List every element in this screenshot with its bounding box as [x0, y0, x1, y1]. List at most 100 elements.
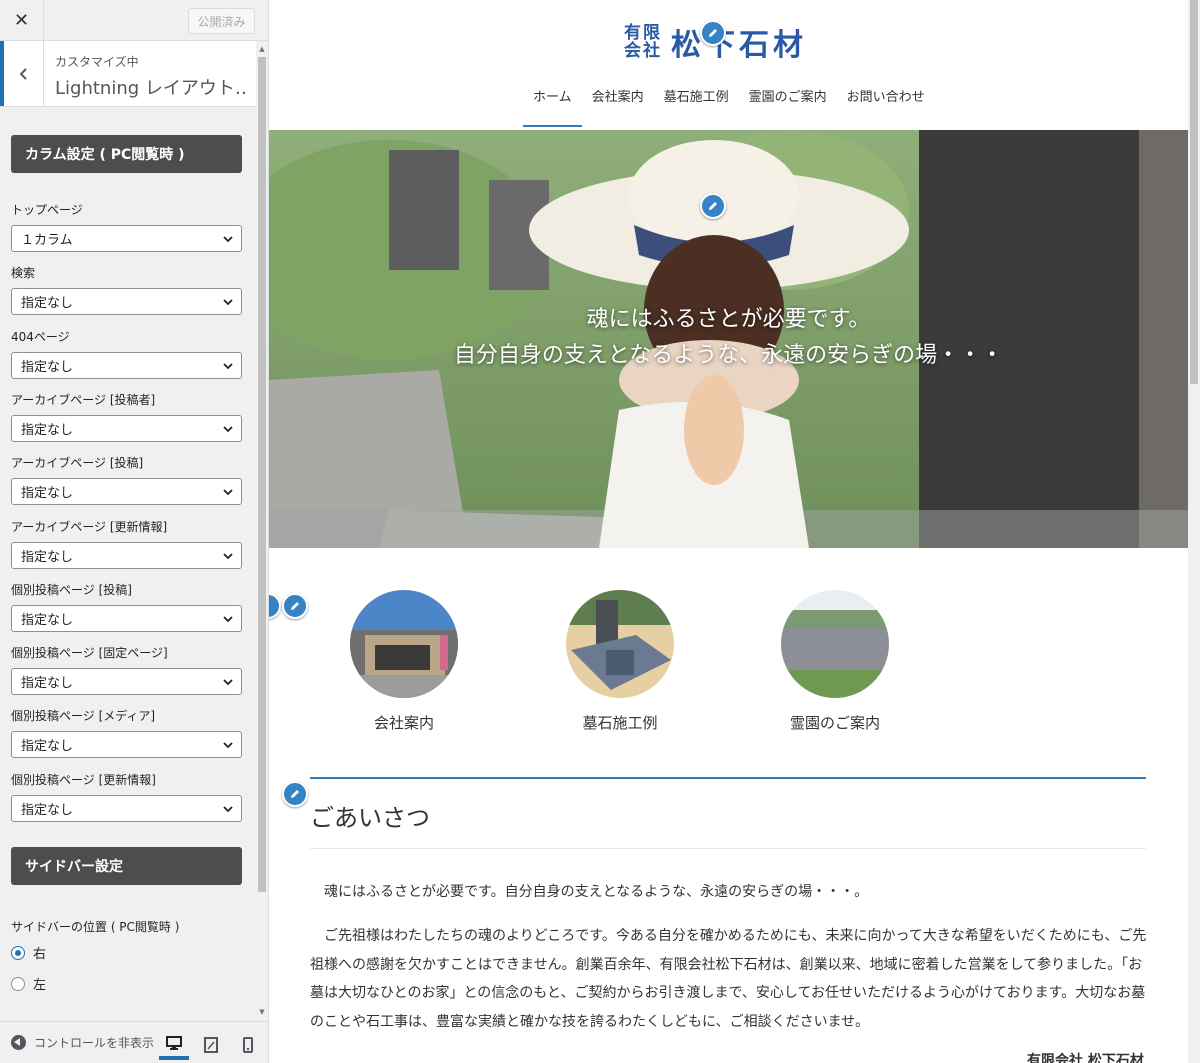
section-title-panel: カスタマイズ中 Lightning レイアウト…: [0, 41, 256, 107]
pr-block-cemetery[interactable]: 霊園のご案内: [765, 590, 905, 733]
publish-button[interactable]: 公開済み: [188, 8, 255, 34]
column-select[interactable]: 指定なし: [11, 415, 242, 442]
column-select[interactable]: 指定なし: [11, 352, 242, 379]
chevron-down-icon: [223, 679, 233, 686]
radio-right[interactable]: [11, 945, 25, 960]
greeting-paragraph-1: 魂にはふるさとが必要です。自分自身の支えとなるような、永遠の安らぎの場・・・。: [310, 884, 869, 900]
scroll-up-icon[interactable]: ▲: [258, 45, 266, 53]
greeting-paragraph-2: ご先祖様はわたしたちの魂のよりどころです。今ある自分を確かめるためにも、未来に向…: [310, 928, 1147, 1030]
select-value: 指定なし: [21, 676, 74, 691]
column-select[interactable]: 指定なし: [11, 288, 242, 315]
nav-item-cemetery[interactable]: 霊園のご案内: [739, 82, 837, 127]
greeting-title: ごあいさつ: [310, 804, 430, 832]
section-title: Lightning レイアウト…: [55, 78, 245, 99]
column-select[interactable]: 指定なし: [11, 668, 242, 695]
sidebar-scrollbar[interactable]: ▲ ▼: [256, 41, 268, 1020]
pr-label-company: 会社案内: [373, 714, 434, 732]
close-customizer-button[interactable]: ✕: [0, 0, 44, 41]
pr-block-works[interactable]: 墓石施工例: [550, 590, 690, 733]
nav-item-home[interactable]: ホーム: [523, 82, 582, 127]
greeting-divider: [310, 848, 1146, 849]
desktop-icon: [166, 1036, 182, 1050]
chevron-down-icon: [223, 742, 233, 749]
sidebar-position-left[interactable]: 左: [11, 974, 46, 993]
column-select[interactable]: 指定なし: [11, 795, 242, 822]
greeting-signature: 有限会社 松下石材: [1027, 1053, 1144, 1063]
tablet-preview-button[interactable]: [196, 1030, 226, 1060]
edit-slider-shortcut[interactable]: [700, 193, 726, 219]
pr-image-company[interactable]: [350, 590, 458, 698]
pencil-icon: [291, 790, 299, 798]
section-subtitle: カスタマイズ中: [55, 55, 139, 69]
column-select[interactable]: 指定なし: [11, 605, 242, 632]
radio-left[interactable]: [11, 976, 25, 991]
edit-logo-shortcut[interactable]: [700, 20, 726, 46]
customizer-footer: コントロールを非表示: [0, 1021, 268, 1063]
hide-controls-button[interactable]: コントロールを非表示: [11, 1034, 156, 1051]
logo-company-name: 松下石材: [671, 28, 807, 63]
mobile-icon: [243, 1037, 253, 1053]
select-value: 指定なし: [21, 803, 74, 818]
chevron-down-icon: [223, 489, 233, 496]
company-building-image: [350, 590, 458, 698]
select-value: 指定なし: [21, 423, 74, 438]
control-label: 個別投稿ページ [投稿]: [11, 583, 132, 597]
pencil-icon: [709, 29, 717, 37]
pr-image-works[interactable]: [566, 590, 674, 698]
logo-small-bottom: 会社: [624, 41, 662, 61]
pr-label-cemetery: 霊園のご案内: [789, 714, 880, 732]
column-select[interactable]: 指定なし: [11, 542, 242, 569]
control-label: アーカイブページ [投稿者]: [11, 393, 156, 407]
column-select[interactable]: 指定なし: [11, 731, 242, 758]
control-label: 検索: [11, 266, 36, 280]
select-value: 指定なし: [21, 739, 74, 754]
hero-caption-line1: 魂にはふるさとが必要です。: [586, 307, 871, 332]
pencil-icon: [709, 202, 717, 210]
sidebar-position-right[interactable]: 右: [11, 943, 46, 962]
mobile-preview-button[interactable]: [233, 1030, 263, 1060]
sidebar-scroll-thumb[interactable]: [258, 57, 266, 892]
edit-pr-shortcut[interactable]: [282, 593, 308, 619]
site-preview: 有限 会社 松下石材 ホーム 会社案内 墓石施工例 霊園のご案内 お問い合わせ: [269, 0, 1188, 1063]
nav-item-company[interactable]: 会社案内: [582, 82, 654, 127]
greeting-top-border: [310, 777, 1146, 779]
hero-slider: 魂にはふるさとが必要です。 自分自身の支えとなるような、永遠の安らぎの場・・・: [269, 130, 1188, 548]
nav-item-contact[interactable]: お問い合わせ: [837, 82, 935, 127]
customizer-header: ✕ 公開済み: [0, 0, 268, 41]
chevron-left-icon: [19, 67, 27, 80]
back-button[interactable]: [0, 41, 44, 106]
edit-widget-shortcut-partial[interactable]: [269, 593, 281, 619]
desktop-preview-button[interactable]: [159, 1030, 189, 1060]
edit-greeting-shortcut[interactable]: [282, 781, 308, 807]
select-value: １カラム: [21, 233, 73, 248]
chevron-down-icon: [223, 299, 233, 306]
chevron-down-icon: [223, 616, 233, 623]
control-label: 個別投稿ページ [更新情報]: [11, 773, 156, 787]
logo-company-type: 有限 会社: [621, 24, 665, 60]
pencil-icon: [291, 602, 299, 610]
cemetery-image: [781, 590, 889, 698]
scroll-down-icon[interactable]: ▼: [258, 1008, 266, 1016]
select-value: 指定なし: [21, 486, 74, 501]
control-label: 404ページ: [11, 330, 70, 344]
controls-panel: カラム設定 ( PC閲覧時 ) トップページ １カラム 検索 指定なし 404ページ 指定…: [0, 107, 256, 1020]
control-label: アーカイブページ [投稿]: [11, 456, 144, 470]
column-select[interactable]: 指定なし: [11, 478, 242, 505]
column-select[interactable]: １カラム: [11, 225, 242, 252]
pr-block-company[interactable]: 会社案内: [334, 590, 474, 733]
pr-image-cemetery[interactable]: [781, 590, 889, 698]
preview-scrollbar[interactable]: [1188, 0, 1200, 1063]
select-value: 指定なし: [21, 550, 74, 565]
control-label: トップページ: [11, 203, 83, 217]
column-settings-heading: カラム設定 ( PC閲覧時 ): [11, 135, 242, 173]
tablet-icon: [204, 1037, 218, 1053]
chevron-down-icon: [223, 806, 233, 813]
control-label: 個別投稿ページ [固定ページ]: [11, 646, 168, 660]
sidebar-position-label: サイドバーの位置 ( PC閲覧時 ): [11, 920, 180, 934]
collapse-arrow-icon: [11, 1035, 26, 1050]
pr-label-works: 墓石施工例: [582, 714, 658, 732]
hero-caption-line2: 自分自身の支えとなるような、永遠の安らぎの場・・・: [453, 343, 1004, 368]
radio-right-label: 右: [33, 947, 47, 962]
preview-scroll-thumb[interactable]: [1190, 0, 1198, 384]
nav-item-works[interactable]: 墓石施工例: [654, 82, 739, 127]
